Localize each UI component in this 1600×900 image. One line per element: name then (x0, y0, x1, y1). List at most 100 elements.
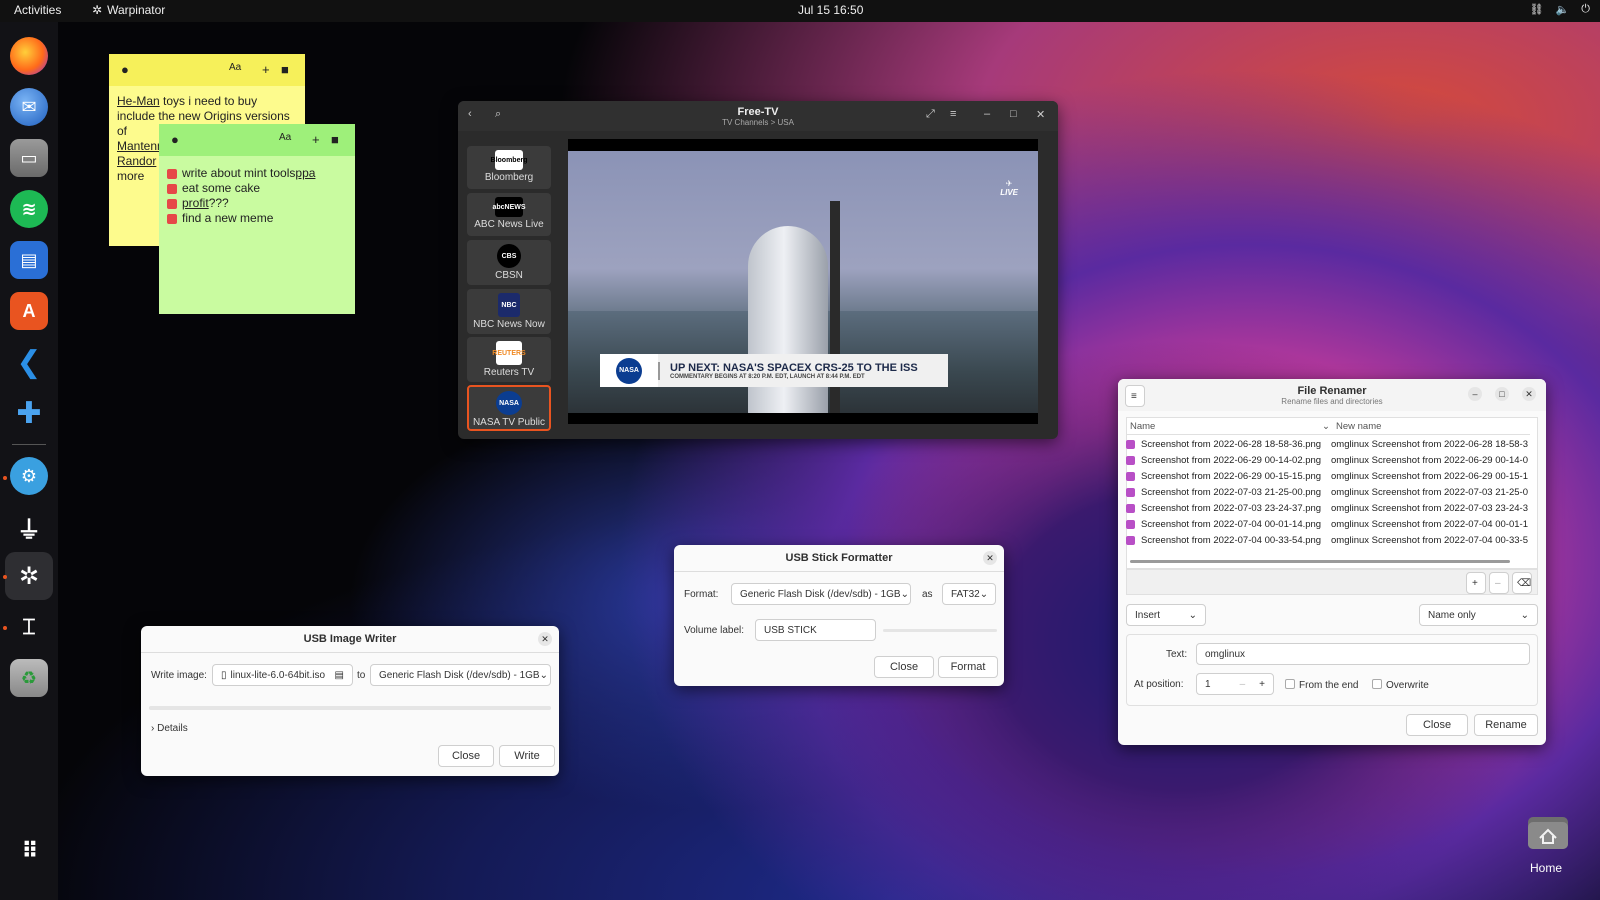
spotify-icon[interactable]: ≋ (10, 190, 48, 228)
decrement-icon[interactable]: – (1240, 679, 1246, 690)
position-spinner[interactable]: 1 – + (1196, 673, 1274, 695)
checkbox[interactable] (167, 183, 177, 194)
note-header[interactable]: ● Aa + ■ (109, 54, 305, 86)
checkbox[interactable] (1285, 679, 1295, 689)
column-new-name[interactable]: New name (1336, 421, 1381, 432)
close-button[interactable]: Close (438, 745, 494, 767)
format-button[interactable]: Format (938, 656, 998, 678)
column-name[interactable]: Name (1130, 421, 1155, 432)
table-row[interactable]: Screenshot from 2022-06-29 00-14-02.png o… (1126, 452, 1530, 468)
remove-files-icon[interactable]: – (1489, 572, 1509, 594)
channel-reuters-tv[interactable]: REUTERS Reuters TV (467, 337, 551, 382)
menu-icon[interactable]: ≡ (950, 108, 956, 120)
image-file-chooser[interactable]: ▯ linux-lite-6.0-64bit.iso ▤ (212, 664, 353, 686)
fullscreen-icon[interactable]: ⤢ (926, 108, 935, 121)
font-size-icon[interactable]: Aa (279, 132, 291, 143)
checkbox[interactable] (1372, 679, 1382, 689)
close-button[interactable]: Close (874, 656, 934, 678)
thunderbird-icon[interactable]: ✉ (10, 88, 48, 126)
table-row[interactable]: Screenshot from 2022-07-03 21-25-00.png o… (1126, 484, 1530, 500)
table-row[interactable]: Screenshot from 2022-06-28 18-58-36.png o… (1126, 436, 1530, 452)
home-folder-icon[interactable] (1526, 813, 1570, 851)
channel-nasa-tv-public[interactable]: NASA NASA TV Public (467, 385, 551, 431)
increment-icon[interactable]: + (1259, 679, 1265, 690)
operation-select[interactable]: Insert ⌄ (1126, 604, 1206, 626)
image-file-icon (1126, 535, 1135, 545)
add-note-icon[interactable]: + (262, 62, 270, 77)
extensions-icon[interactable]: ✚ (10, 394, 48, 432)
activities-button[interactable]: Activities (14, 3, 61, 17)
maximize-icon[interactable]: □ (1495, 387, 1509, 401)
clock[interactable]: Jul 15 16:50 (798, 3, 863, 17)
table-row[interactable]: Screenshot from 2022-07-04 00-33-54.png o… (1126, 532, 1530, 548)
channel-label: Reuters TV (483, 367, 535, 378)
target-device-select[interactable]: Generic Flash Disk (/dev/sdb) - 1GB ⌄ (370, 664, 551, 686)
network-icon[interactable]: ⛓ (1530, 3, 1544, 16)
note-header[interactable]: ● Aa + ■ (159, 124, 355, 156)
horizontal-scrollbar[interactable] (1130, 560, 1510, 563)
window-subtitle: Rename files and directories (1281, 397, 1383, 406)
minimize-icon[interactable]: – (984, 108, 990, 120)
channel-cbsn[interactable]: CBS CBSN (467, 240, 551, 285)
volume-icon[interactable]: 🔈 (1556, 3, 1570, 16)
sticky-note-green[interactable]: ● Aa + ■ write about mint tools ppa eat … (159, 124, 355, 314)
write-button[interactable]: Write (499, 745, 555, 767)
renamer-icon[interactable]: ⌶ (10, 608, 48, 646)
firefox-icon[interactable] (10, 37, 48, 75)
add-files-icon[interactable]: + (1466, 572, 1486, 594)
checkbox[interactable] (167, 198, 177, 209)
clear-list-icon[interactable]: ⌫ (1512, 572, 1532, 594)
add-note-icon[interactable]: + (312, 132, 320, 147)
overwrite-checkbox[interactable]: Overwrite (1372, 679, 1429, 691)
app-menu[interactable]: ✲ Warpinator (92, 3, 165, 17)
rename-button[interactable]: Rename (1474, 714, 1538, 736)
usb-icon[interactable]: ⏚ (10, 508, 48, 546)
close-icon[interactable]: ✕ (1522, 387, 1536, 401)
table-row[interactable]: Screenshot from 2022-06-29 00-15-15.png o… (1126, 468, 1530, 484)
details-expander[interactable]: › Details (151, 723, 188, 734)
todo-item[interactable]: eat some cake (167, 181, 347, 196)
warpinator-icon[interactable]: ✲ (10, 557, 48, 595)
scope-select[interactable]: Name only ⌄ (1419, 604, 1538, 626)
close-icon[interactable]: ✕ (538, 632, 552, 646)
system-tray[interactable]: ⛓ 🔈 ⏻ (1530, 3, 1590, 16)
gear-icon[interactable]: ⚙ (10, 457, 48, 495)
file-renamer-window: ≡ File Renamer Rename files and director… (1118, 379, 1546, 745)
writer-icon[interactable]: ▤ (10, 241, 48, 279)
software-icon[interactable]: A (10, 292, 48, 330)
power-icon[interactable]: ⏻ (1581, 3, 1590, 16)
from-end-checkbox[interactable]: From the end (1285, 679, 1358, 691)
delete-note-icon[interactable]: ■ (281, 62, 289, 77)
color-drop-icon[interactable]: ● (121, 62, 129, 77)
text-input[interactable]: omglinux (1196, 643, 1530, 665)
close-icon[interactable]: ✕ (983, 551, 997, 565)
filesystem-select[interactable]: FAT32 ⌄ (942, 583, 996, 605)
delete-note-icon[interactable]: ■ (331, 132, 339, 147)
checkbox[interactable] (167, 213, 177, 224)
files-icon[interactable]: ▭ (10, 139, 48, 177)
channel-bloomberg[interactable]: Bloomberg Bloomberg (467, 146, 551, 189)
todo-item[interactable]: find a new meme (167, 211, 347, 226)
table-row[interactable]: Screenshot from 2022-07-03 23-24-37.png o… (1126, 500, 1530, 516)
close-icon[interactable]: ✕ (1036, 108, 1045, 121)
maximize-icon[interactable]: □ (1010, 108, 1017, 120)
video-player[interactable]: ✈ LIVE NASA UP NEXT: NASA'S SPACEX CRS-25… (568, 139, 1038, 424)
checkbox[interactable] (167, 168, 177, 179)
show-apps-icon[interactable]: ⠿ (10, 832, 48, 870)
vscode-icon[interactable]: ❮ (10, 343, 48, 381)
font-size-icon[interactable]: Aa (229, 62, 241, 73)
color-drop-icon[interactable]: ● (171, 132, 179, 147)
todo-item[interactable]: write about mint tools ppa (167, 166, 347, 181)
chevron-down-icon: ⌄ (1188, 609, 1197, 621)
window-header[interactable]: ≡ File Renamer Rename files and director… (1118, 379, 1546, 411)
window-header[interactable]: ‹ ⌕ Free-TV TV Channels > USA ⤢ ≡ – □ ✕ (458, 101, 1058, 131)
table-row[interactable]: Screenshot from 2022-07-04 00-01-14.png o… (1126, 516, 1530, 532)
device-select[interactable]: Generic Flash Disk (/dev/sdb) - 1GB ⌄ (731, 583, 911, 605)
volume-label-input[interactable]: USB STICK (755, 619, 876, 641)
close-button[interactable]: Close (1406, 714, 1468, 736)
trash-icon[interactable]: ♻ (10, 659, 48, 697)
channel-abc-news-live[interactable]: abcNEWS ABC News Live (467, 193, 551, 236)
todo-item[interactable]: profit ??? (167, 196, 347, 211)
channel-nbc-news-now[interactable]: NBC NBC News Now (467, 289, 551, 334)
minimize-icon[interactable]: – (1468, 387, 1482, 401)
